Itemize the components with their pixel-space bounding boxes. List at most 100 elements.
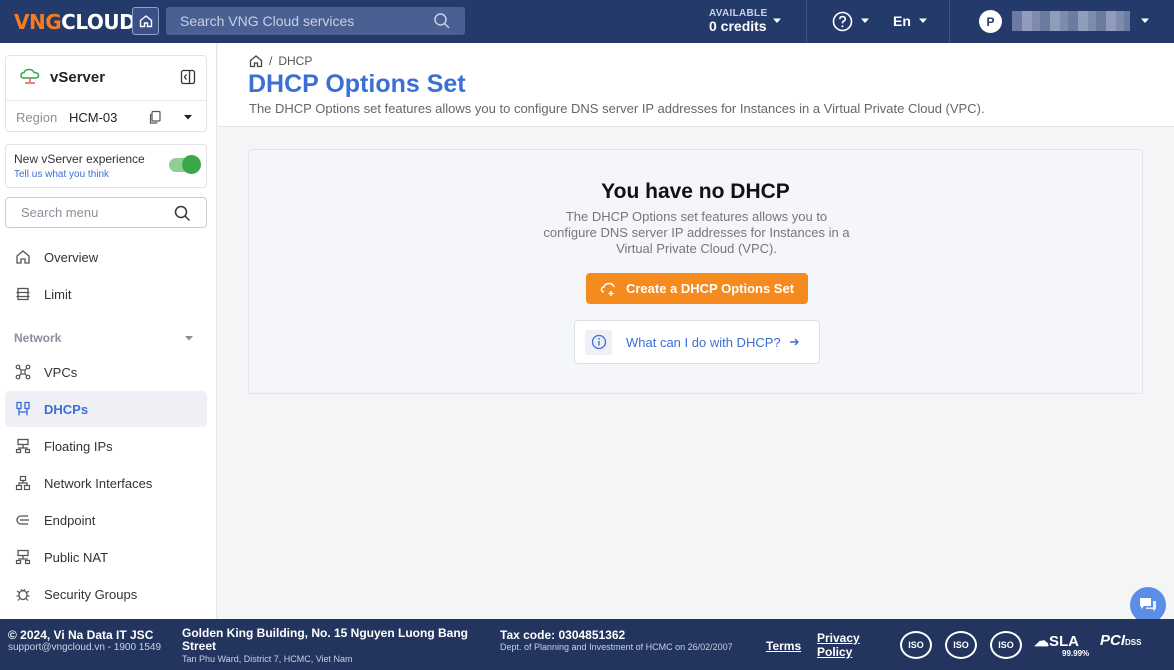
learn-link-label: What can I do with DHCP? xyxy=(626,334,781,350)
iso-badge: ISO xyxy=(900,631,932,659)
sla-badge: ☁SLA 99.99% xyxy=(1034,633,1090,658)
create-icon xyxy=(600,282,615,296)
vng-cloud-logo[interactable]: VNGCLOUD xyxy=(14,10,136,34)
service-name: vServer xyxy=(50,68,106,86)
search-icon[interactable] xyxy=(433,12,451,30)
create-dhcp-button[interactable]: Create a DHCP Options Set xyxy=(586,273,808,304)
menu-search[interactable] xyxy=(5,197,207,228)
support-contact: support@vngcloud.vn - 1900 1549 xyxy=(8,642,162,653)
sidebar-item-floating-ips[interactable]: Floating IPs xyxy=(5,428,207,464)
region-value[interactable]: HCM-03 xyxy=(69,110,117,125)
cloud-icon: ☁ xyxy=(1034,633,1049,650)
home-icon[interactable] xyxy=(249,54,263,68)
sla-value: 99.99% xyxy=(1062,649,1090,658)
divider xyxy=(806,0,807,43)
security-group-icon xyxy=(16,589,30,601)
copyright: © 2024, Vi Na Data IT JSC xyxy=(8,628,154,642)
tax-label: Tax code: xyxy=(500,628,556,642)
sidebar-item-vpcs[interactable]: VPCs xyxy=(5,354,207,390)
footer-address: Golden King Building, No. 15 Nguyen Luon… xyxy=(182,626,482,665)
privacy-link[interactable]: Privacy Policy xyxy=(817,631,867,659)
endpoint-icon xyxy=(16,515,29,525)
sidebar-item-public-nat[interactable]: Public NAT xyxy=(5,539,207,575)
collapse-sidebar-icon[interactable] xyxy=(180,69,196,85)
floating-ip-icon xyxy=(15,438,31,454)
sidebar-item-network-interfaces[interactable]: Network Interfaces xyxy=(5,465,207,501)
sidebar-item-limit[interactable]: Limit xyxy=(5,276,207,312)
main-content: / DHCP DHCP Options Set The DHCP Options… xyxy=(218,43,1174,619)
chevron-down-icon[interactable] xyxy=(1140,17,1150,25)
pci-badge: PCIDSS xyxy=(1100,632,1142,649)
address: Golden King Building, No. 15 Nguyen Luon… xyxy=(182,626,468,653)
avatar[interactable]: P xyxy=(979,10,1002,33)
user-name-redacted[interactable] xyxy=(1012,11,1130,31)
home-icon xyxy=(16,250,30,264)
home-button[interactable] xyxy=(132,7,159,35)
search-icon[interactable] xyxy=(174,205,191,222)
create-button-label: Create a DHCP Options Set xyxy=(625,281,795,296)
experience-toggle[interactable] xyxy=(169,155,201,174)
language-selector[interactable]: En xyxy=(893,13,911,29)
sidebar-item-dhcps[interactable]: DHCPs xyxy=(5,391,207,427)
sidebar-item-label: Floating IPs xyxy=(44,438,113,454)
sidebar-item-label: Endpoint xyxy=(44,512,96,528)
info-icon-box xyxy=(585,329,612,355)
home-icon xyxy=(139,15,152,28)
sidebar-item-overview[interactable]: Overview xyxy=(5,239,207,275)
chevron-down-icon[interactable] xyxy=(860,17,870,25)
sidebar-item-label: Overview xyxy=(44,249,99,265)
credits-value: 0 credits xyxy=(709,18,767,34)
iso-badge: ISO xyxy=(990,631,1022,659)
sidebar-item-label: Security Groups xyxy=(44,586,138,602)
sidebar-item-security-groups[interactable]: Security Groups xyxy=(5,576,207,612)
chevron-down-icon[interactable] xyxy=(918,17,928,25)
page-header: / DHCP DHCP Options Set The DHCP Options… xyxy=(218,43,1174,127)
terms-link[interactable]: Terms xyxy=(766,639,801,653)
footer-company: © 2024, Vi Na Data IT JSC support@vngclo… xyxy=(8,628,173,653)
breadcrumb-current: DHCP xyxy=(278,54,313,68)
pci-dss: DSS xyxy=(1125,638,1142,647)
toggle-knob xyxy=(182,155,201,174)
chevron-down-icon[interactable] xyxy=(772,17,782,25)
learn-dhcp-link[interactable]: What can I do with DHCP? xyxy=(574,320,820,364)
service-search-input[interactable] xyxy=(180,13,430,29)
nat-icon xyxy=(15,549,31,565)
credits-display[interactable]: AVAILABLE 0 credits xyxy=(709,8,767,34)
new-experience-card: New vServer experience Tell us what you … xyxy=(5,144,207,188)
menu-search-input[interactable] xyxy=(21,205,171,220)
network-interface-icon xyxy=(15,475,31,491)
info-icon xyxy=(591,334,606,350)
top-bar: VNGCLOUD AVAILABLE 0 credits En P xyxy=(0,0,1174,43)
empty-state-title: You have no DHCP xyxy=(601,180,790,203)
empty-state-description: The DHCP Options set features allows you… xyxy=(543,209,850,256)
sidebar-item-label: Network Interfaces xyxy=(44,475,153,491)
chevron-down-icon[interactable] xyxy=(184,335,194,342)
copy-icon[interactable] xyxy=(148,110,162,125)
chat-icon xyxy=(1140,598,1156,612)
sidebar-item-label: Limit xyxy=(44,286,72,302)
limit-icon xyxy=(16,287,30,301)
page-title: DHCP Options Set xyxy=(248,70,466,98)
section-network[interactable]: Network xyxy=(14,331,61,345)
empty-state-card: You have no DHCP The DHCP Options set fe… xyxy=(248,149,1143,394)
service-search[interactable] xyxy=(166,7,465,35)
address-sub: Tan Phu Ward, District 7, HCMC, Viet Nam xyxy=(182,654,353,664)
sidebar: vServer Region HCM-03 New vServer experi… xyxy=(0,43,217,619)
tax-sub: Dept. of Planning and Investment of HCMC… xyxy=(500,642,733,652)
chat-button[interactable] xyxy=(1130,587,1166,623)
dhcp-icon xyxy=(16,401,30,416)
experience-title: New vServer experience xyxy=(14,152,145,166)
sidebar-item-label: Public NAT xyxy=(44,549,109,565)
help-icon[interactable] xyxy=(832,11,853,32)
iso-badge: ISO xyxy=(945,631,977,659)
chevron-down-icon[interactable] xyxy=(183,114,193,121)
sidebar-item-endpoint[interactable]: Endpoint xyxy=(5,502,207,538)
sidebar-item-label: VPCs xyxy=(44,364,78,380)
tax-value: 0304851362 xyxy=(558,628,626,642)
footer-tax: Tax code: 0304851362 Dept. of Planning a… xyxy=(500,628,745,652)
feedback-link[interactable]: Tell us what you think xyxy=(14,169,109,180)
region-label: Region xyxy=(16,110,58,125)
vpc-icon xyxy=(15,364,31,380)
divider xyxy=(6,100,206,101)
sidebar-item-label: DHCPs xyxy=(44,401,89,417)
